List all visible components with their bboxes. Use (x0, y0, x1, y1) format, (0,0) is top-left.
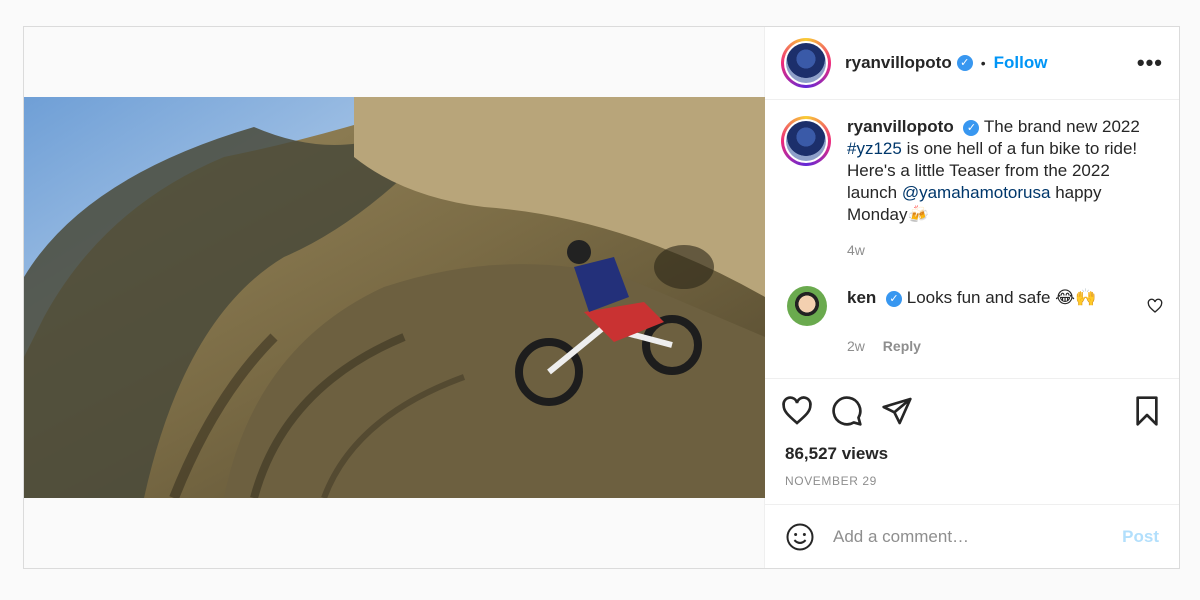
mention-link[interactable]: @yamahamotorusa (902, 183, 1051, 202)
author-username[interactable]: ryanvillopoto (845, 53, 952, 73)
more-options-icon[interactable]: ••• (1137, 52, 1163, 74)
post-comment-button[interactable]: Post (1122, 527, 1159, 547)
comments-section: ryanvillopoto ✓ The brand new 2022 #yz12… (765, 100, 1179, 378)
view-count[interactable]: 86,527 views (765, 444, 1179, 464)
emoji-smiley-icon[interactable] (785, 522, 815, 552)
reply-button[interactable]: Reply (883, 338, 921, 354)
like-heart-icon[interactable] (781, 395, 813, 427)
caption-avatar[interactable] (781, 116, 831, 166)
comment-composer: Post (765, 504, 1179, 568)
media-panel (24, 27, 765, 568)
commenter-username[interactable]: ken (847, 288, 876, 307)
action-bar (765, 378, 1179, 442)
like-comment-heart-icon[interactable] (1147, 298, 1163, 314)
follow-button[interactable]: Follow (994, 53, 1048, 73)
comment-item: ken ✓ Looks fun and safe 😂🙌 (781, 286, 1163, 326)
caption: ryanvillopoto ✓ The brand new 2022 #yz12… (781, 116, 1163, 226)
post-header: ryanvillopoto ✓ • Follow ••• (765, 27, 1179, 100)
verified-badge-icon: ✓ (956, 55, 973, 71)
caption-body-start: The brand new 2022 (983, 117, 1140, 136)
comment-timestamp[interactable]: 2w (847, 338, 865, 354)
comment-input[interactable] (833, 526, 1123, 547)
share-paper-plane-icon[interactable] (881, 395, 913, 427)
hashtag-link[interactable]: #yz125 (847, 139, 902, 158)
video-frame (24, 97, 765, 498)
post-card: ryanvillopoto ✓ • Follow ••• ryanvillopo… (23, 26, 1180, 569)
video-player[interactable] (24, 97, 765, 498)
verified-badge-icon: ✓ (963, 119, 980, 136)
commenter-avatar[interactable] (787, 286, 827, 326)
details-panel: ryanvillopoto ✓ • Follow ••• ryanvillopo… (765, 27, 1179, 568)
comment-body: Looks fun and safe 😂🙌 (906, 288, 1097, 307)
caption-text: ryanvillopoto ✓ The brand new 2022 #yz12… (847, 116, 1163, 226)
save-bookmark-icon[interactable] (1131, 395, 1163, 427)
separator-dot: • (980, 55, 986, 71)
verified-badge-icon: ✓ (886, 290, 903, 307)
caption-username[interactable]: ryanvillopoto (847, 117, 954, 136)
comment-text: ken ✓ Looks fun and safe 😂🙌 (847, 288, 1096, 326)
comment-meta: 2w Reply (847, 338, 1163, 354)
comment-bubble-icon[interactable] (831, 395, 863, 427)
post-date[interactable]: NOVEMBER 29 (765, 474, 1179, 488)
caption-timestamp[interactable]: 4w (847, 242, 1163, 258)
author-avatar[interactable] (781, 38, 831, 88)
